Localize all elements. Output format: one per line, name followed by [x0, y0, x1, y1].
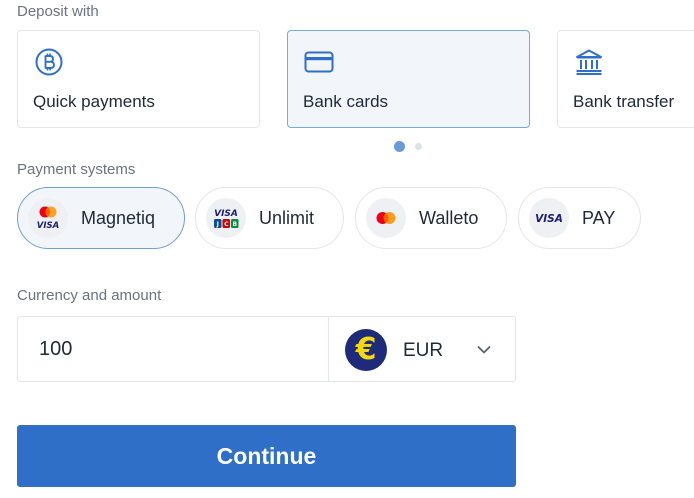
- carousel-dot[interactable]: [415, 143, 422, 150]
- mastercard-logo: [366, 198, 406, 238]
- payment-system-label: PAY: [582, 208, 616, 228]
- payment-system-label: Magnetiq: [81, 208, 156, 228]
- svg-text:VISA: VISA: [214, 209, 238, 219]
- deposit-with-label: Deposit with: [17, 3, 99, 20]
- continue-button[interactable]: Continue: [17, 425, 516, 487]
- credit-card-icon: [303, 46, 335, 78]
- svg-text:VISA: VISA: [535, 213, 563, 225]
- chevron-down-icon: [476, 343, 492, 355]
- bank-icon: [573, 46, 605, 78]
- euro-symbol: €: [355, 332, 377, 367]
- payment-system-walleto[interactable]: Walleto: [355, 187, 507, 249]
- method-card-bank-transfer[interactable]: Bank transfer: [557, 30, 694, 128]
- method-card-bank-cards[interactable]: Bank cards: [287, 30, 530, 128]
- method-label: Bank cards: [303, 92, 389, 111]
- currency-label: EUR: [403, 340, 444, 361]
- payment-system-unlimit[interactable]: VISA J C B Unlimit: [195, 187, 344, 249]
- svg-text:J: J: [216, 221, 219, 228]
- payment-system-label: Walleto: [419, 208, 479, 228]
- payment-system-magnetiq[interactable]: VISA Magnetiq: [17, 187, 185, 249]
- currency-select[interactable]: € EUR: [328, 316, 516, 382]
- svg-text:C: C: [224, 221, 229, 228]
- method-label: Quick payments: [33, 92, 155, 111]
- visa-logo: VISA: [529, 198, 569, 238]
- deposit-form: Deposit with Quick payments Bank cards B…: [0, 0, 694, 498]
- euro-icon: €: [345, 329, 387, 371]
- currency-amount-label: Currency and amount: [17, 287, 162, 304]
- payment-systems-label: Payment systems: [17, 161, 136, 178]
- bitcoin-icon: [33, 46, 65, 78]
- svg-text:B: B: [233, 221, 238, 228]
- amount-field: [17, 316, 329, 382]
- visa-jcb-logo: VISA J C B: [206, 198, 246, 238]
- svg-text:VISA: VISA: [37, 221, 59, 231]
- payment-system-label: Unlimit: [259, 208, 315, 228]
- carousel-dot-active[interactable]: [394, 141, 405, 152]
- amount-input[interactable]: [39, 335, 299, 363]
- payment-system-pay[interactable]: VISA PAY: [518, 187, 641, 249]
- method-label: Bank transfer: [573, 92, 675, 111]
- mastercard-visa-logo: VISA: [28, 198, 68, 238]
- method-card-quick-payments[interactable]: Quick payments: [17, 30, 260, 128]
